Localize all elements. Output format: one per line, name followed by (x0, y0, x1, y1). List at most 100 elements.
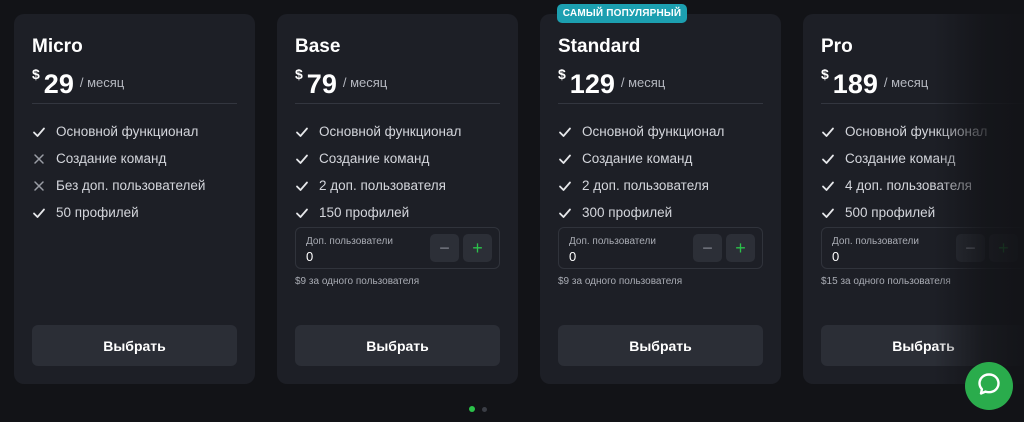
plan-card-micro: Micro $29 / месяц Основной функционал Соз… (14, 14, 255, 384)
extra-users-stepper: Доп. пользователи 0 − + (821, 227, 1024, 269)
plan-name: Micro (32, 36, 83, 57)
feature-item: Основной функционал (821, 118, 987, 145)
feature-text: 50 профилей (56, 205, 139, 220)
stepper-value[interactable]: 0 (306, 249, 313, 264)
price-amount: 79 (306, 69, 337, 99)
increment-button[interactable]: + (989, 234, 1018, 262)
choose-button[interactable]: Выбрать (558, 325, 763, 366)
decrement-button[interactable]: − (693, 234, 722, 262)
stepper-label: Доп. пользователи (306, 236, 393, 247)
plan-card-base: Base $79 / месяц Основной функционал Созд… (277, 14, 518, 384)
check-icon (821, 206, 835, 220)
choose-button[interactable]: Выбрать (295, 325, 500, 366)
check-icon (558, 179, 572, 193)
plan-price: $129 / месяц (558, 66, 665, 100)
popular-badge: САМЫЙ ПОПУЛЯРНЫЙ (557, 4, 687, 23)
plan-price: $189 / месяц (821, 66, 928, 100)
feature-text: Основной функционал (582, 124, 725, 139)
plan-name: Pro (821, 36, 853, 57)
choose-button[interactable]: Выбрать (821, 325, 1024, 366)
feature-list: Основной функционал Создание команд Без … (32, 118, 205, 226)
feature-text: Создание команд (582, 151, 693, 166)
pagination-dot[interactable] (482, 406, 487, 412)
divider (558, 103, 763, 104)
feature-item: 500 профилей (821, 199, 987, 226)
price-currency: $ (558, 66, 566, 82)
feature-text: Создание команд (319, 151, 430, 166)
unit-price-note: $15 за одного пользователя (821, 276, 951, 287)
price-amount: 129 (569, 69, 615, 99)
pagination-dot-active[interactable] (469, 406, 475, 412)
extra-users-stepper: Доп. пользователи 0 − + (558, 227, 763, 269)
check-icon (558, 206, 572, 220)
feature-item: 300 профилей (558, 199, 724, 226)
feature-item: 2 доп. пользователя (295, 172, 461, 199)
plan-price: $29 / месяц (32, 66, 124, 100)
feature-item: Создание команд (295, 145, 461, 172)
feature-list: Основной функционал Создание команд 2 до… (295, 118, 461, 226)
chat-button[interactable] (965, 362, 1013, 410)
feature-text: 500 профилей (845, 205, 936, 220)
check-icon (558, 125, 572, 139)
check-icon (295, 152, 309, 166)
plan-name: Base (295, 36, 341, 57)
feature-item: Основной функционал (295, 118, 461, 145)
feature-text: 2 доп. пользователя (319, 178, 446, 193)
feature-text: 150 профилей (319, 205, 410, 220)
stepper-label: Доп. пользователи (832, 236, 919, 247)
increment-button[interactable]: + (463, 234, 492, 262)
feature-text: Основной функционал (845, 124, 988, 139)
check-icon (295, 206, 309, 220)
decrement-button[interactable]: − (956, 234, 985, 262)
feature-item: Создание команд (821, 145, 987, 172)
pricing-section: Micro $29 / месяц Основной функционал Соз… (0, 0, 1024, 422)
feature-item: 2 доп. пользователя (558, 172, 724, 199)
chat-icon (976, 371, 1002, 402)
feature-item: 4 доп. пользователя (821, 172, 987, 199)
carousel-pagination (469, 406, 487, 412)
feature-text: 300 профилей (582, 205, 673, 220)
plan-card-pro: Pro $189 / месяц Основной функционал Созд… (803, 14, 1024, 384)
price-period: / месяц (620, 75, 666, 90)
price-period: / месяц (342, 75, 388, 90)
price-period: / месяц (79, 75, 125, 90)
plan-price: $79 / месяц (295, 66, 387, 100)
check-icon (295, 125, 309, 139)
feature-list: Основной функционал Создание команд 2 до… (558, 118, 724, 226)
feature-item: Создание команд (32, 145, 205, 172)
check-icon (32, 125, 46, 139)
cross-icon (32, 179, 46, 193)
divider (821, 103, 1024, 104)
price-currency: $ (32, 66, 40, 82)
feature-item: 150 профилей (295, 199, 461, 226)
stepper-value[interactable]: 0 (569, 249, 576, 264)
check-icon (821, 179, 835, 193)
plan-name: Standard (558, 36, 641, 57)
feature-text: Создание команд (845, 151, 956, 166)
divider (295, 103, 500, 104)
feature-item: 50 профилей (32, 199, 205, 226)
feature-list: Основной функционал Создание команд 4 до… (821, 118, 987, 226)
feature-item: Создание команд (558, 145, 724, 172)
unit-price-note: $9 за одного пользователя (295, 276, 420, 287)
price-amount: 189 (832, 69, 878, 99)
check-icon (558, 152, 572, 166)
feature-text: Основной функционал (56, 124, 199, 139)
increment-button[interactable]: + (726, 234, 755, 262)
stepper-value[interactable]: 0 (832, 249, 839, 264)
feature-item: Без доп. пользователей (32, 172, 205, 199)
divider (32, 103, 237, 104)
check-icon (821, 152, 835, 166)
price-currency: $ (295, 66, 303, 82)
feature-text: Создание команд (56, 151, 167, 166)
stepper-label: Доп. пользователи (569, 236, 656, 247)
choose-button[interactable]: Выбрать (32, 325, 237, 366)
decrement-button[interactable]: − (430, 234, 459, 262)
price-period: / месяц (883, 75, 929, 90)
check-icon (32, 206, 46, 220)
feature-text: Без доп. пользователей (56, 178, 206, 193)
feature-item: Основной функционал (32, 118, 205, 145)
unit-price-note: $9 за одного пользователя (558, 276, 683, 287)
feature-text: Основной функционал (319, 124, 462, 139)
price-amount: 29 (43, 69, 74, 99)
